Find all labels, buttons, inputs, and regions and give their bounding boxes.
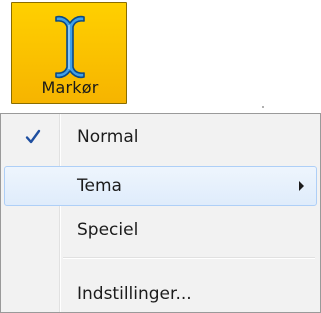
menu-item-indstillinger[interactable]: Indstillinger... xyxy=(4,274,317,313)
text-cursor-icon xyxy=(12,11,128,83)
menu-item-label: Tema xyxy=(77,176,122,196)
cursor-button-label: Markør xyxy=(41,78,99,97)
menu-item-normal[interactable]: Normal xyxy=(4,117,317,157)
divider-dot xyxy=(262,106,264,108)
menu-item-label: Speciel xyxy=(77,220,139,240)
menu-item-label: Indstillinger... xyxy=(77,284,192,304)
menu-item-tema[interactable]: Tema xyxy=(4,166,317,206)
submenu-arrow-icon xyxy=(299,181,304,191)
checkmark-icon xyxy=(25,129,41,144)
menu-separator-highlight xyxy=(63,258,315,259)
menu-item-label: Normal xyxy=(77,127,139,147)
cursor-settings-panel: Markør Normal Tema Speciel Indstillinger… xyxy=(0,0,321,313)
cursor-dropdown-menu: Normal Tema Speciel Indstillinger... xyxy=(0,113,321,313)
menu-item-speciel[interactable]: Speciel xyxy=(4,210,317,250)
cursor-button[interactable]: Markør xyxy=(11,2,127,104)
